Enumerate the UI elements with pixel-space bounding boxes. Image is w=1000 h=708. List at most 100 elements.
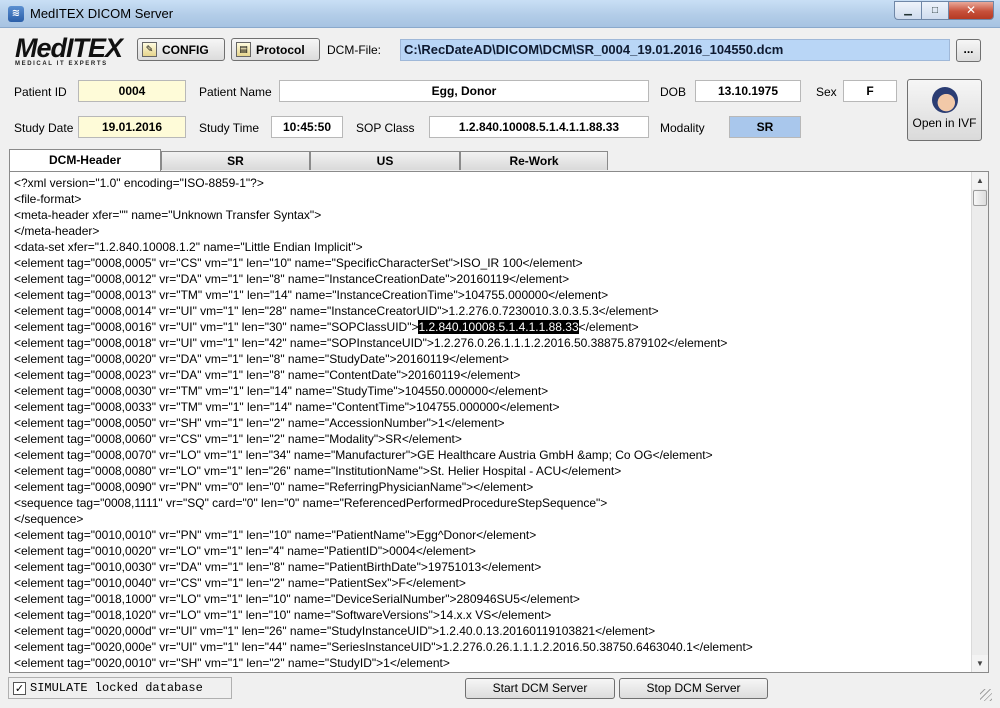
header-line: <meta-header xfer="" name="Unknown Trans… xyxy=(14,207,969,223)
header-line: <element tag="0018,1000" vr="LO" vm="1" … xyxy=(14,591,969,607)
header-line: <data-set xfer="1.2.840.10008.1.2" name=… xyxy=(14,239,969,255)
header-line: <element tag="0008,0080" vr="LO" vm="1" … xyxy=(14,463,969,479)
stop-dcm-server-button[interactable]: Stop DCM Server xyxy=(619,678,768,699)
header-line-text: </sequence> xyxy=(14,512,84,526)
sex-field[interactable]: F xyxy=(843,80,897,102)
header-line: <element tag="0020,000d" vr="UI" vm="1" … xyxy=(14,623,969,639)
simulate-label: SIMULATE locked database xyxy=(30,681,203,695)
tab-us[interactable]: US xyxy=(310,151,460,170)
dcm-header-text[interactable]: <?xml version="1.0" encoding="ISO-8859-1… xyxy=(14,175,969,671)
header-line-text: <element tag="0008,0012" vr="DA" vm="1" … xyxy=(14,272,570,286)
open-in-ivf-button[interactable]: Open in IVF xyxy=(907,79,982,141)
dcm-header-panel: <?xml version="1.0" encoding="ISO-8859-1… xyxy=(9,171,989,673)
window-controls: ▁ □ ✕ xyxy=(894,1,994,20)
header-line: <element tag="0008,0016" vr="UI" vm="1" … xyxy=(14,319,969,335)
patient-panel: MedITEX MEDICAL IT EXPERTS ✎ CONFIG ▤ Pr… xyxy=(6,30,994,144)
header-line-text: <element tag="0008,0060" vr="CS" vm="1" … xyxy=(14,432,462,446)
header-line: <element tag="0008,0030" vr="TM" vm="1" … xyxy=(14,383,969,399)
header-line-text: <element tag="0018,1020" vr="LO" vm="1" … xyxy=(14,608,552,622)
config-button[interactable]: ✎ CONFIG xyxy=(137,38,225,61)
header-line-text: <sequence tag="0008,1111" vr="SQ" card="… xyxy=(14,496,608,510)
open-in-ivf-label: Open in IVF xyxy=(912,116,977,130)
header-line: <element tag="0008,0033" vr="TM" vm="1" … xyxy=(14,399,969,415)
study-date-field[interactable]: 19.01.2016 xyxy=(78,116,186,138)
window-title: MedITEX DICOM Server xyxy=(30,6,174,21)
start-dcm-server-button[interactable]: Start DCM Server xyxy=(465,678,615,699)
header-line: <element tag="0008,0012" vr="DA" vm="1" … xyxy=(14,271,969,287)
header-line: <element tag="0008,0050" vr="SH" vm="1" … xyxy=(14,415,969,431)
tab-bar: DCM-Header SR US Re-Work xyxy=(9,149,989,171)
vertical-scrollbar[interactable]: ▲ ▼ xyxy=(971,172,988,672)
header-line-text: <element tag="0010,0020" vr="LO" vm="1" … xyxy=(14,544,476,558)
header-line-text: <element tag="0008,0070" vr="LO" vm="1" … xyxy=(14,448,713,462)
header-line: <element tag="0010,0010" vr="PN" vm="1" … xyxy=(14,527,969,543)
patient-id-field[interactable]: 0004 xyxy=(78,80,186,102)
header-line-text: <element tag="0008,0030" vr="TM" vm="1" … xyxy=(14,384,549,398)
header-line-text: <file-format> xyxy=(14,192,82,206)
header-line-text: <element tag="0018,1000" vr="LO" vm="1" … xyxy=(14,592,580,606)
header-line-text: <element tag="0008,0018" vr="UI" vm="1" … xyxy=(14,336,728,350)
header-line: <element tag="0008,0005" vr="CS" vm="1" … xyxy=(14,255,969,271)
patient-id-label: Patient ID xyxy=(14,85,67,99)
dcm-file-path-field[interactable]: C:\RecDateAD\DICOM\DCM\SR_0004_19.01.201… xyxy=(400,39,950,61)
header-line-text: <element tag="0020,000d" vr="UI" vm="1" … xyxy=(14,624,656,638)
maximize-button[interactable]: □ xyxy=(921,1,948,20)
scroll-down-arrow-icon[interactable]: ▼ xyxy=(972,655,988,672)
header-line-text: <element tag="0010,0040" vr="CS" vm="1" … xyxy=(14,576,466,590)
header-line: <element tag="0008,0060" vr="CS" vm="1" … xyxy=(14,431,969,447)
resize-grip[interactable] xyxy=(980,689,992,701)
dob-field[interactable]: 13.10.1975 xyxy=(695,80,801,102)
header-line: </sequence> xyxy=(14,511,969,527)
header-line-text: <element tag="0008,0050" vr="SH" vm="1" … xyxy=(14,416,505,430)
header-line: <element tag="0008,0070" vr="LO" vm="1" … xyxy=(14,447,969,463)
logo-text: MedITEX xyxy=(15,33,123,63)
study-date-label: Study Date xyxy=(14,121,74,135)
title-bar: ≋ MedITEX DICOM Server ▁ □ ✕ xyxy=(0,0,1000,28)
modality-label: Modality xyxy=(660,121,705,135)
close-button[interactable]: ✕ xyxy=(948,1,994,20)
header-line: <?xml version="1.0" encoding="ISO-8859-1… xyxy=(14,175,969,191)
header-line: <element tag="0020,000e" vr="UI" vm="1" … xyxy=(14,639,969,655)
header-line-text: <data-set xfer="1.2.840.10008.1.2" name=… xyxy=(14,240,363,254)
study-time-field[interactable]: 10:45:50 xyxy=(271,116,343,138)
minimize-button[interactable]: ▁ xyxy=(894,1,921,20)
meditex-logo: MedITEX MEDICAL IT EXPERTS xyxy=(15,34,125,70)
header-line-text: <element tag="0010,0010" vr="PN" vm="1" … xyxy=(14,528,537,542)
simulate-checkbox[interactable]: ✓ xyxy=(13,681,26,695)
header-line-text: <?xml version="1.0" encoding="ISO-8859-1… xyxy=(14,176,264,190)
header-line-text: <element tag="0008,0013" vr="TM" vm="1" … xyxy=(14,288,609,302)
header-line-text: <element tag="0008,0033" vr="TM" vm="1" … xyxy=(14,400,560,414)
header-line: <sequence tag="0008,1111" vr="SQ" card="… xyxy=(14,495,969,511)
dob-label: DOB xyxy=(660,85,687,99)
patient-face-icon xyxy=(931,87,958,113)
header-line: <element tag="0008,0018" vr="UI" vm="1" … xyxy=(14,335,969,351)
config-icon: ✎ xyxy=(142,42,157,57)
header-line: <file-format> xyxy=(14,191,969,207)
sop-class-field[interactable]: 1.2.840.10008.5.1.4.1.1.88.33 xyxy=(429,116,649,138)
scroll-up-arrow-icon[interactable]: ▲ xyxy=(972,172,988,189)
patient-name-field[interactable]: Egg, Donor xyxy=(279,80,649,102)
header-line: <element tag="0010,0020" vr="LO" vm="1" … xyxy=(14,543,969,559)
header-line: <element tag="0010,0040" vr="CS" vm="1" … xyxy=(14,575,969,591)
header-line: </meta-header> xyxy=(14,223,969,239)
header-line-text: <element tag="0010,0030" vr="DA" vm="1" … xyxy=(14,560,542,574)
header-line: <element tag="0008,0090" vr="PN" vm="0" … xyxy=(14,479,969,495)
dcm-file-label: DCM-File: xyxy=(327,43,381,57)
header-line-text: <meta-header xfer="" name="Unknown Trans… xyxy=(14,208,322,222)
header-line: <element tag="0020,0010" vr="SH" vm="1" … xyxy=(14,655,969,671)
tab-re-work[interactable]: Re-Work xyxy=(460,151,608,170)
header-line-text: <element tag="0008,0016" vr="UI" vm="1" … xyxy=(14,320,419,334)
sex-label: Sex xyxy=(816,85,837,99)
header-line-text: <element tag="0020,000e" vr="UI" vm="1" … xyxy=(14,640,753,654)
modality-field[interactable]: SR xyxy=(729,116,801,138)
header-line-text: <element tag="0008,0080" vr="LO" vm="1" … xyxy=(14,464,622,478)
simulate-locked-database-option[interactable]: ✓ SIMULATE locked database xyxy=(8,677,232,699)
header-line: <element tag="0008,0013" vr="TM" vm="1" … xyxy=(14,287,969,303)
protocol-button[interactable]: ▤ Protocol xyxy=(231,38,320,61)
browse-file-button[interactable]: ... xyxy=(956,39,981,62)
header-line: <element tag="0008,0023" vr="DA" vm="1" … xyxy=(14,367,969,383)
tab-dcm-header[interactable]: DCM-Header xyxy=(9,149,161,171)
selected-text[interactable]: 1.2.840.10008.5.1.4.1.1.88.33 xyxy=(418,320,579,334)
tab-sr[interactable]: SR xyxy=(161,151,310,170)
scroll-thumb[interactable] xyxy=(973,190,987,206)
